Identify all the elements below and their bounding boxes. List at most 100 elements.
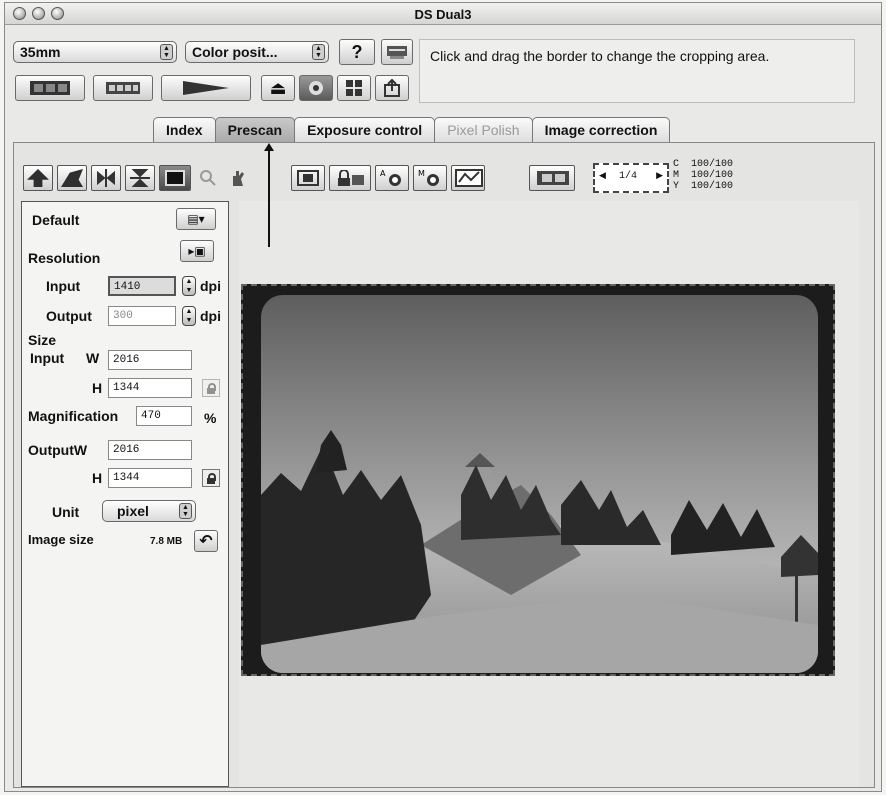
tab-prescan[interactable]: Prescan [214,117,296,143]
question-mark-icon: ? [351,41,363,62]
auto-adjust-button[interactable] [451,165,485,191]
index-filmstrip-icon [106,82,140,94]
window-title: DS Dual3 [414,7,472,22]
auto-crop-icon [297,170,319,186]
export-button[interactable] [375,75,409,101]
help-button[interactable]: ? [339,39,375,65]
level-channel: M [673,170,680,181]
input-size-lock-icon[interactable] [202,379,220,397]
previous-frame-icon[interactable]: ◀ [599,170,606,181]
crop-tool-button[interactable] [159,165,191,191]
level-value: 100/100 [691,170,734,181]
focus-icon [309,81,323,95]
scanner-icon [387,46,407,59]
filmstrip-icon [30,81,70,95]
scan-button[interactable] [161,75,251,101]
frame-counter[interactable]: ◀ 1/4 ▶ [593,163,669,193]
rotate-left-icon [27,169,49,187]
color-mode-value: Color posit... [192,44,278,60]
width-label: W [86,350,100,366]
lock-balance-icon [338,170,364,186]
level-value: 100/100 [691,159,734,170]
cmy-levels: C 100/100 M 100/100 Y 100/100 [673,159,733,192]
select-stepper-icon: ▲ ▼ [160,44,173,60]
settings-sidebar: Default ▤▾ Resolution ▸▣ Input 1410 ▲ ▼ d… [21,201,229,787]
status-message: Click and drag the border to change the … [419,39,855,103]
output-size-lock-icon[interactable] [202,469,220,487]
output-width-label: OutputW [28,442,88,458]
level-channel: Y [673,181,680,192]
undo-arrow-icon: ↶ [199,533,213,550]
reset-button[interactable]: ↶ [194,530,218,552]
frame-counter-value: 1/4 [619,171,638,182]
size-label: Size [28,332,57,348]
size-input-label: Input [30,350,65,366]
input-width-field[interactable]: 2016 [108,350,192,370]
auto-exposure-button[interactable]: A [375,165,409,191]
rotate-right-button[interactable] [57,165,87,191]
height-label: H [92,470,103,486]
image-size-value: 7.8 MB [150,536,183,547]
color-balance-button[interactable] [329,165,371,191]
unit-select[interactable]: pixel ▲ ▼ [102,500,196,522]
level-row-m: M 100/100 [673,170,733,181]
tab-exposure-control[interactable]: Exposure control [294,117,436,143]
input-dpi-stepper[interactable]: ▲ ▼ [182,276,196,296]
color-mode-select[interactable]: Color posit... ▲ ▼ [185,41,329,63]
magnifier-icon [200,170,216,186]
unit-value: pixel [117,503,149,519]
magnification-field[interactable]: 470 [136,406,192,426]
grid-view-button[interactable] [337,75,371,101]
tab-index[interactable]: Index [153,117,216,143]
output-label: Output [46,308,92,324]
tab-bar: Index Prescan Exposure control Pixel Pol… [153,117,671,143]
title-bar[interactable]: DS Dual3 [5,3,881,25]
svg-text:M: M [418,169,425,178]
input-dpi-field[interactable]: 1410 [108,276,176,296]
scanner-settings-button[interactable] [381,39,413,65]
film-type-select[interactable]: 35mm ▲ ▼ [13,41,177,63]
index-scan-button[interactable] [93,75,153,101]
auto-crop-button[interactable] [291,165,325,191]
default-settings-menu[interactable]: ▤▾ [176,208,216,230]
percent-unit: % [204,410,217,426]
app-window: DS Dual3 35mm ▲ ▼ Color posit... ▲ ▼ ? ⏏ C… [4,2,882,792]
hand-tool-button[interactable] [225,165,251,191]
callout-pointer [264,143,274,247]
resolution-label: Resolution [28,250,101,266]
crop-frame-icon [165,170,185,186]
resolution-preset-icon: ▸▣ [188,244,206,258]
eject-button[interactable]: ⏏ [261,75,295,101]
image-size-label: Image size [28,532,94,547]
svg-text:A: A [380,169,386,178]
flip-vertical-icon [130,169,150,187]
select-stepper-icon: ▲ ▼ [312,44,325,60]
output-dpi-field[interactable]: 300 [108,306,176,326]
frame-select-button[interactable] [529,165,575,191]
level-row-y: Y 100/100 [673,181,733,192]
output-width-field[interactable]: 2016 [108,440,192,460]
preview-all-button[interactable] [15,75,85,101]
dpi-unit: dpi [200,308,221,324]
flip-horizontal-button[interactable] [91,165,121,191]
resolution-preset-button[interactable]: ▸▣ [180,240,214,262]
level-value: 100/100 [691,181,734,192]
rotate-left-button[interactable] [23,165,53,191]
output-height-field[interactable]: 1344 [108,468,192,488]
flip-vertical-button[interactable] [125,165,155,191]
auto-exposure-icon: A [380,169,401,186]
export-icon [384,79,400,97]
output-dpi-stepper[interactable]: ▲ ▼ [182,306,196,326]
tab-image-correction[interactable]: Image correction [531,117,671,143]
input-height-field[interactable]: 1344 [108,378,192,398]
prescan-image [261,295,818,673]
select-stepper-icon: ▲ ▼ [179,503,192,519]
manual-exposure-button[interactable]: M [413,165,447,191]
zoom-tool-button[interactable] [195,165,221,191]
settings-menu-icon: ▤▾ [187,212,205,226]
flip-horizontal-icon [97,169,115,187]
level-channel: C [673,159,680,170]
next-frame-icon[interactable]: ▶ [656,170,663,181]
scan-slide-icon [183,81,229,95]
focus-button[interactable] [299,75,333,101]
